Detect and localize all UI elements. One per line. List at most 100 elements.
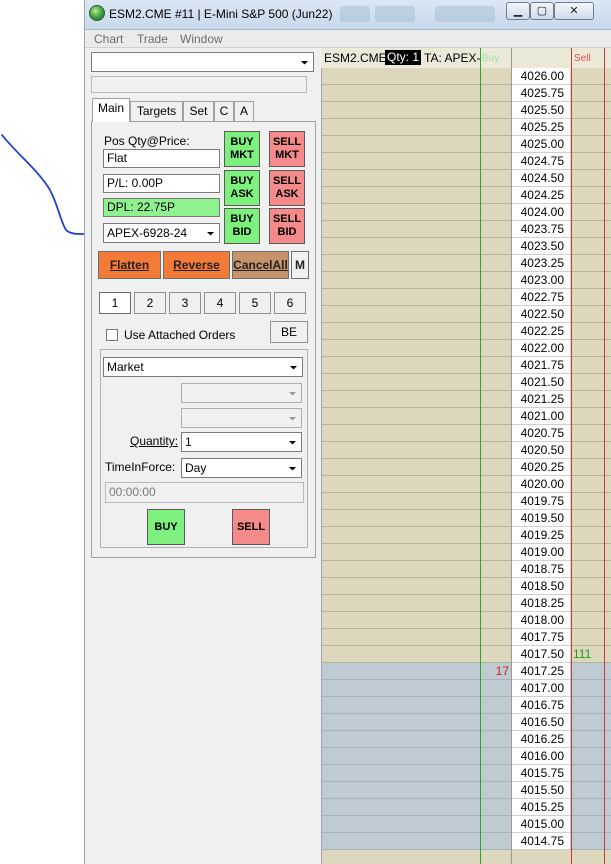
ladder-price[interactable]: 4024.75 [512, 153, 570, 170]
ladder-row[interactable]: 4024.75 [321, 153, 611, 170]
ladder-price[interactable]: 4019.75 [512, 493, 570, 510]
ladder-price[interactable]: 4023.50 [512, 238, 570, 255]
ladder-row[interactable]: 4014.75 [321, 833, 611, 850]
ladder-row[interactable]: 4017.25 17 [321, 663, 611, 680]
ladder-row[interactable]: 4018.00 [321, 612, 611, 629]
ladder-qty[interactable]: Qty: 1 [385, 50, 422, 65]
ladder-row[interactable]: 4020.50 [321, 442, 611, 459]
quantity-select[interactable]: 1 [181, 432, 302, 452]
ladder-row[interactable]: 4021.75 [321, 357, 611, 374]
ladder-price[interactable]: 4020.25 [512, 459, 570, 476]
template-select[interactable] [91, 52, 314, 72]
ladder-price[interactable]: 4020.00 [512, 476, 570, 493]
ladder-price[interactable]: 4019.00 [512, 544, 570, 561]
minimize-button[interactable]: ▁ [506, 2, 530, 20]
menu-chart[interactable]: Chart [94, 32, 123, 46]
ladder-row[interactable]: 4024.00 [321, 204, 611, 221]
menu-window[interactable]: Window [180, 32, 223, 46]
qty-preset-2[interactable]: 2 [134, 292, 166, 314]
ladder-price[interactable]: 4015.00 [512, 816, 570, 833]
ladder-price[interactable]: 4016.00 [512, 748, 570, 765]
ladder-row[interactable]: 4019.75 [321, 493, 611, 510]
close-button[interactable]: ✕ [554, 2, 594, 20]
ladder-row[interactable]: 4021.50 [321, 374, 611, 391]
ladder-price[interactable]: 4019.50 [512, 510, 570, 527]
ladder-row[interactable]: 4024.25 [321, 187, 611, 204]
be-button[interactable]: BE [270, 321, 308, 343]
ladder-price[interactable]: 4018.75 [512, 561, 570, 578]
ladder-price[interactable]: 4022.25 [512, 323, 570, 340]
ladder-price[interactable]: 4017.00 [512, 680, 570, 697]
ladder-price[interactable]: 4022.00 [512, 340, 570, 357]
ladder-row[interactable]: 4024.50 [321, 170, 611, 187]
ladder-price[interactable]: 4018.00 [512, 612, 570, 629]
ladder-row[interactable]: 4023.75 [321, 221, 611, 238]
qty-preset-6[interactable]: 6 [274, 292, 306, 314]
ladder-row[interactable]: 4026.00 [321, 68, 611, 85]
ladder-price[interactable]: 4015.75 [512, 765, 570, 782]
ladder-row[interactable]: 4025.75 [321, 85, 611, 102]
ladder-price[interactable]: 4016.50 [512, 714, 570, 731]
title-bar[interactable]: ESM2.CME #11 | E-Mini S&P 500 (Jun22) ▁ … [85, 0, 611, 30]
ladder-row[interactable]: 4021.00 [321, 408, 611, 425]
ladder-row[interactable]: 4022.50 [321, 306, 611, 323]
ladder-row[interactable]: 4020.25 [321, 459, 611, 476]
ladder-price[interactable]: 4016.75 [512, 697, 570, 714]
ladder-price[interactable]: 4017.50 [512, 646, 570, 663]
attached-orders-checkbox[interactable] [106, 329, 118, 341]
ladder-row[interactable]: 4023.50 [321, 238, 611, 255]
ladder-row[interactable]: 4020.75 [321, 425, 611, 442]
tif-select[interactable]: Day [181, 458, 302, 478]
buy-bid-button[interactable]: BUY BID [224, 208, 260, 244]
m-button[interactable]: M [291, 251, 309, 279]
ladder-row[interactable]: 4017.50 111 [321, 646, 611, 663]
ladder-row[interactable]: 4021.25 [321, 391, 611, 408]
account-select[interactable]: APEX-6928-24 [103, 223, 220, 243]
ladder-price[interactable]: 4021.25 [512, 391, 570, 408]
ladder-row[interactable]: 4015.00 [321, 816, 611, 833]
sell-button[interactable]: SELL [232, 509, 270, 545]
ladder-price[interactable]: 4014.75 [512, 833, 570, 850]
buy-button[interactable]: BUY [147, 509, 185, 545]
ladder-price[interactable]: 4020.50 [512, 442, 570, 459]
ladder-price[interactable]: 4023.25 [512, 255, 570, 272]
ladder-price[interactable]: 4025.00 [512, 136, 570, 153]
ladder-price[interactable]: 4021.50 [512, 374, 570, 391]
bid-size[interactable]: 17 [481, 663, 509, 680]
ladder-row[interactable]: 4019.00 [321, 544, 611, 561]
qty-preset-4[interactable]: 4 [204, 292, 236, 314]
time-field[interactable]: 00:00:00 [105, 482, 304, 503]
ladder-price[interactable]: 4024.50 [512, 170, 570, 187]
ladder-row[interactable]: 4025.25 [321, 119, 611, 136]
ladder-row[interactable]: 4015.50 [321, 782, 611, 799]
ladder-price[interactable]: 4025.75 [512, 85, 570, 102]
ladder-row[interactable]: 4019.25 [321, 527, 611, 544]
buy-mkt-button[interactable]: BUY MKT [224, 131, 260, 167]
tab-targets[interactable]: Targets [130, 101, 183, 121]
price-select-2[interactable] [181, 408, 302, 428]
ladder-price[interactable]: 4015.25 [512, 799, 570, 816]
ladder-row[interactable]: 4017.00 [321, 680, 611, 697]
sell-mkt-button[interactable]: SELL MKT [269, 131, 305, 167]
ladder-row[interactable]: 4023.00 [321, 272, 611, 289]
ladder-row[interactable]: 4025.00 [321, 136, 611, 153]
qty-preset-1[interactable]: 1 [99, 292, 131, 314]
flatten-button[interactable]: Flatten [98, 251, 161, 279]
ladder-row[interactable]: 4018.50 [321, 578, 611, 595]
ladder-row[interactable]: 4016.00 [321, 748, 611, 765]
ladder-price[interactable]: 4018.25 [512, 595, 570, 612]
ladder-row[interactable]: 4015.25 [321, 799, 611, 816]
ladder-price[interactable]: 4023.00 [512, 272, 570, 289]
ladder-price[interactable]: 4025.50 [512, 102, 570, 119]
ladder-price[interactable]: 4017.75 [512, 629, 570, 646]
tab-a[interactable]: A [234, 101, 254, 121]
ladder-row[interactable]: 4018.25 [321, 595, 611, 612]
ladder-price[interactable]: 4024.00 [512, 204, 570, 221]
ladder-price[interactable]: 4021.75 [512, 357, 570, 374]
reverse-button[interactable]: Reverse [163, 251, 230, 279]
ladder-price[interactable]: 4016.25 [512, 731, 570, 748]
ladder-price[interactable]: 4025.25 [512, 119, 570, 136]
tab-set[interactable]: Set [183, 101, 214, 121]
buy-ask-button[interactable]: BUY ASK [224, 170, 260, 206]
ladder-price[interactable]: 4020.75 [512, 425, 570, 442]
